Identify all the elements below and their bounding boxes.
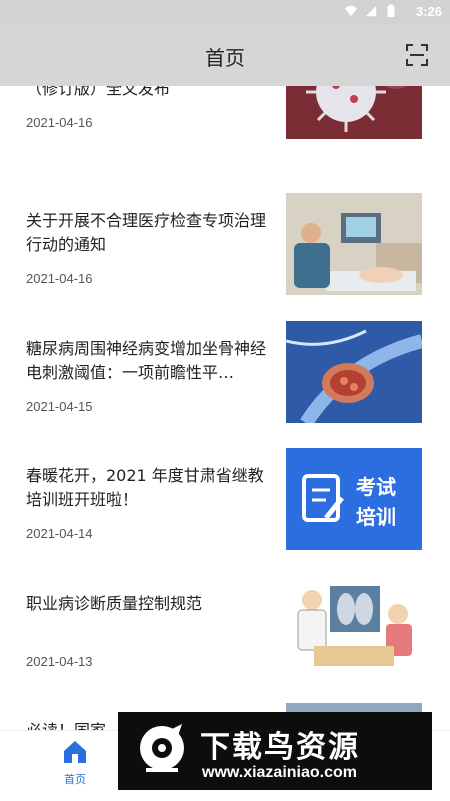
article-list: 最新！第八版新冠肺炎诊疗方案（修订版）全文发布 2021-04-16 关于开展不… <box>0 62 450 730</box>
app-header: 首页 <box>0 24 450 86</box>
article-title: 糖尿病周围神经病变增加坐骨神经电刺激阈值：一项前瞻性平… <box>26 339 267 382</box>
battery-icon <box>387 4 395 18</box>
article-date: 2021-04-13 <box>26 654 93 669</box>
nerve-image <box>286 321 422 423</box>
watermark-banner: 下载鸟资源 www.xiazainiao.com <box>118 712 432 790</box>
article-date: 2021-04-16 <box>26 115 93 130</box>
status-bar: 3:26 <box>0 0 450 24</box>
article-date: 2021-04-16 <box>26 271 93 286</box>
list-item[interactable]: 关于开展不合理医疗检查专项治理行动的通知 2021-04-16 <box>0 193 450 321</box>
wifi-icon <box>344 5 358 17</box>
article-title: 关于开展不合理医疗检查专项治理行动的通知 <box>26 211 267 254</box>
article-title: 春暖花开，2021 年度甘肃省继教培训班开班啦！ <box>26 466 264 509</box>
article-date: 2021-04-15 <box>26 399 93 414</box>
bird-logo-icon <box>140 724 184 772</box>
tab-home-label: 首页 <box>64 773 86 786</box>
status-icons <box>344 4 398 18</box>
exam-training-image: 考试 培训 <box>286 448 422 550</box>
status-time: 3:26 <box>415 4 442 19</box>
home-icon <box>64 741 86 763</box>
doctor-xray-image <box>286 576 422 678</box>
image-text-exam: 考试 <box>356 475 396 499</box>
ad-url: www.xiazainiao.com <box>202 764 358 781</box>
ultrasound-image <box>286 193 422 295</box>
tab-home[interactable]: 首页 <box>50 739 100 787</box>
article-date: 2021-04-14 <box>26 526 93 541</box>
scan-icon[interactable] <box>406 44 428 66</box>
page-title: 首页 <box>205 46 245 70</box>
image-text-training: 培训 <box>356 505 396 529</box>
signal-icon <box>365 5 377 17</box>
article-title: 职业病诊断质量控制规范 <box>26 594 203 613</box>
ad-headline: 下载鸟资源 <box>200 730 360 765</box>
list-item[interactable]: 糖尿病周围神经病变增加坐骨神经电刺激阈值：一项前瞻性平… 2021-04-15 <box>0 321 450 449</box>
list-item[interactable]: 职业病诊断质量控制规范 2021-04-13 <box>0 576 450 704</box>
list-item[interactable]: 春暖花开，2021 年度甘肃省继教培训班开班啦！ 2021-04-14 考试 培… <box>0 448 450 576</box>
